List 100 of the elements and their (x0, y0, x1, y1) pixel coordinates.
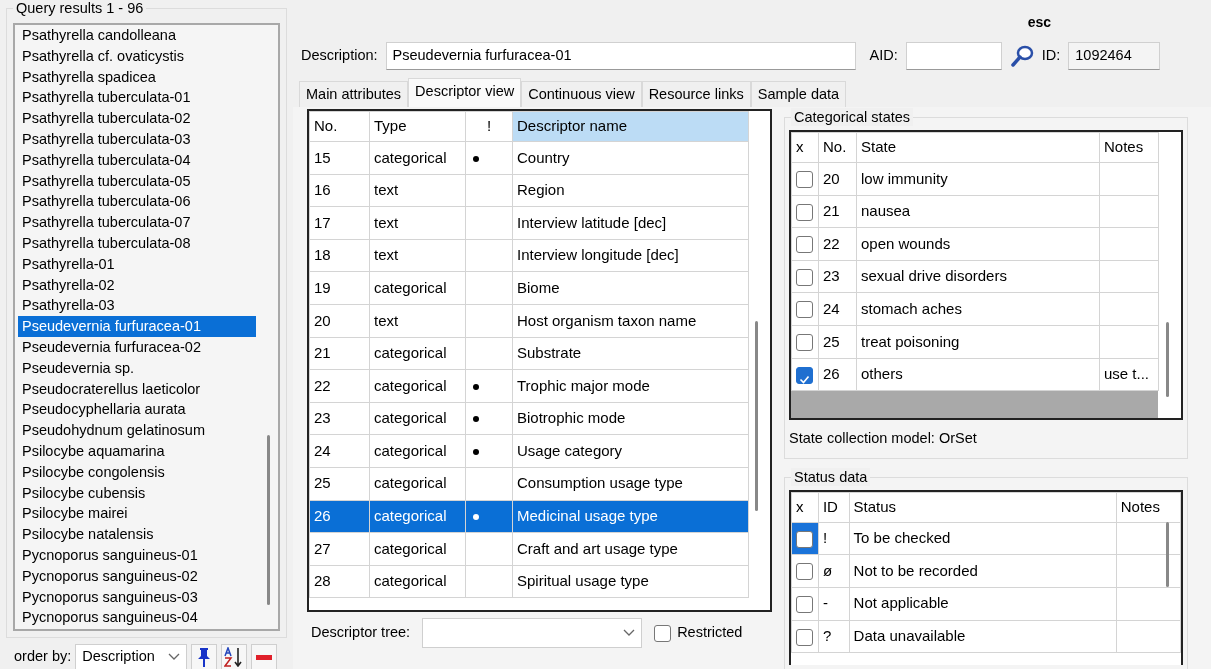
scrollbar-thumb[interactable] (1166, 322, 1169, 397)
list-item[interactable]: Psathyrella-01 (18, 253, 256, 275)
list-item[interactable]: Pseudocyphellaria aurata (18, 399, 256, 421)
tab[interactable]: Descriptor view (408, 78, 522, 107)
checkbox[interactable] (796, 203, 813, 221)
list-item[interactable]: Psathyrella tuberculata-01 (18, 87, 256, 109)
column-header[interactable]: x (791, 492, 819, 523)
list-item[interactable]: Psathyrella tuberculata-02 (18, 108, 256, 129)
list-item[interactable]: Psathyrella spadicea (18, 66, 256, 88)
checkbox[interactable] (796, 628, 813, 646)
scrollbar-thumb[interactable] (755, 321, 758, 511)
column-header[interactable]: Notes (1099, 132, 1159, 163)
list-item[interactable]: Pycnoporus sanguineus-03 (18, 586, 256, 608)
list-item[interactable]: Psilocybe mairei (18, 503, 256, 525)
checkbox[interactable] (796, 268, 813, 286)
status-name: Not to be recorded (853, 561, 978, 579)
row-number: 23 (314, 409, 331, 427)
remove-button[interactable] (251, 644, 278, 669)
type-text: categorical (374, 278, 447, 296)
type-text: text (374, 246, 399, 264)
list-item[interactable]: Psathyrella tuberculata-05 (18, 170, 256, 192)
list-item[interactable]: Pycnoporus sanguineus-01 (18, 544, 256, 566)
column-header[interactable]: ! (465, 111, 513, 142)
list-item[interactable]: Pseudevernia furfuracea-02 (18, 336, 256, 358)
checkbox[interactable] (796, 334, 813, 352)
descriptor-name: Biotrophic mode (517, 409, 626, 427)
pin-button[interactable] (191, 644, 218, 669)
column-header[interactable]: x (791, 132, 819, 163)
order-by-dropdown[interactable]: Description (75, 644, 188, 669)
type-text: text (374, 213, 399, 231)
column-header[interactable]: Descriptor name (512, 111, 749, 142)
type-text: categorical (374, 409, 447, 427)
list-item[interactable]: Psathyrella candolleana (18, 25, 256, 46)
type-text: categorical (374, 376, 447, 394)
state-number: 22 (823, 234, 840, 252)
minus-icon (256, 654, 273, 660)
description-field[interactable]: Pseudevernia furfuracea-01 (385, 42, 856, 70)
tab[interactable]: Resource links (641, 81, 751, 107)
checkbox[interactable] (796, 563, 813, 581)
list-item[interactable]: Psathyrella tuberculata-07 (18, 212, 256, 233)
descriptor-tree-label: Descriptor tree: (311, 623, 411, 643)
aid-field[interactable] (905, 42, 1002, 70)
state-name: sexual drive disorders (861, 267, 1007, 285)
status-id: - (822, 594, 828, 612)
list-item[interactable]: Pseudevernia furfuracea-01 (18, 316, 256, 337)
status-id: ! (822, 529, 828, 547)
scrollbar-thumb[interactable] (1166, 521, 1169, 587)
type-text: categorical (374, 148, 447, 166)
list-item[interactable]: Pseudohydnum gelatinosum (18, 420, 256, 441)
column-header[interactable]: Type (369, 111, 466, 142)
checkbox[interactable] (796, 236, 813, 254)
checkbox[interactable] (796, 171, 813, 189)
tab[interactable]: Sample data (750, 81, 847, 107)
checkbox[interactable] (796, 366, 813, 384)
state-number: 20 (823, 169, 840, 187)
id-label: ID: (1041, 46, 1061, 66)
list-item[interactable]: Psathyrella tuberculata-06 (18, 191, 256, 213)
order-by-label: order by: (14, 647, 72, 667)
column-header[interactable]: No. (309, 111, 370, 142)
list-item[interactable]: Pycnoporus sanguineus-04 (18, 607, 256, 629)
group-title: Query results 1 - 96 (13, 0, 147, 17)
scrollbar-thumb[interactable] (267, 435, 270, 605)
list-item[interactable]: Psathyrella cf. ovaticystis (18, 45, 256, 67)
status-id: ? (822, 627, 832, 645)
list-item[interactable]: Psilocybe aquamarina (18, 440, 256, 462)
list-item[interactable]: Psathyrella tuberculata-08 (18, 232, 256, 254)
restricted-checkbox[interactable] (654, 624, 672, 642)
column-header[interactable]: State (856, 132, 1100, 163)
id-field: 1092464 (1068, 42, 1161, 70)
descriptor-name: Country (517, 148, 570, 166)
pin-icon (198, 647, 211, 667)
list-item[interactable]: Psilocybe cubensis (18, 482, 256, 504)
search-icon[interactable] (1009, 45, 1034, 67)
list-item[interactable]: Pseudocraterellus laeticolor (18, 378, 256, 400)
column-header[interactable]: ID (818, 492, 850, 523)
list-item[interactable]: Psilocybe natalensis (18, 524, 256, 545)
column-header[interactable]: No. (818, 132, 857, 163)
row-number: 26 (314, 507, 331, 525)
notes-text: use t... (1104, 365, 1150, 383)
sort-button[interactable] (221, 644, 248, 669)
list-item[interactable]: Psathyrella tuberculata-04 (18, 149, 256, 171)
list-item[interactable]: Psathyrella-03 (18, 295, 256, 317)
checkbox[interactable] (796, 596, 813, 613)
row-number: 17 (314, 213, 331, 231)
row-number: 25 (314, 474, 331, 492)
checkbox[interactable] (796, 530, 813, 548)
list-item[interactable]: Psilocybe congolensis (18, 461, 256, 483)
tab[interactable]: Main attributes (299, 81, 409, 107)
descriptor-name: Trophic major mode (517, 376, 650, 394)
column-header[interactable]: Status (849, 492, 1117, 523)
type-text: text (374, 181, 399, 199)
type-text: categorical (374, 539, 447, 557)
list-item[interactable]: Psathyrella tuberculata-03 (18, 129, 256, 150)
list-item[interactable]: Pseudevernia sp. (18, 357, 256, 379)
tab[interactable]: Continuous view (521, 81, 642, 107)
state-name: open wounds (861, 234, 951, 252)
column-header[interactable]: Notes (1116, 492, 1181, 523)
list-item[interactable]: Psathyrella-02 (18, 274, 256, 296)
checkbox[interactable] (796, 301, 813, 319)
list-item[interactable]: Pycnoporus sanguineus-02 (18, 565, 256, 587)
